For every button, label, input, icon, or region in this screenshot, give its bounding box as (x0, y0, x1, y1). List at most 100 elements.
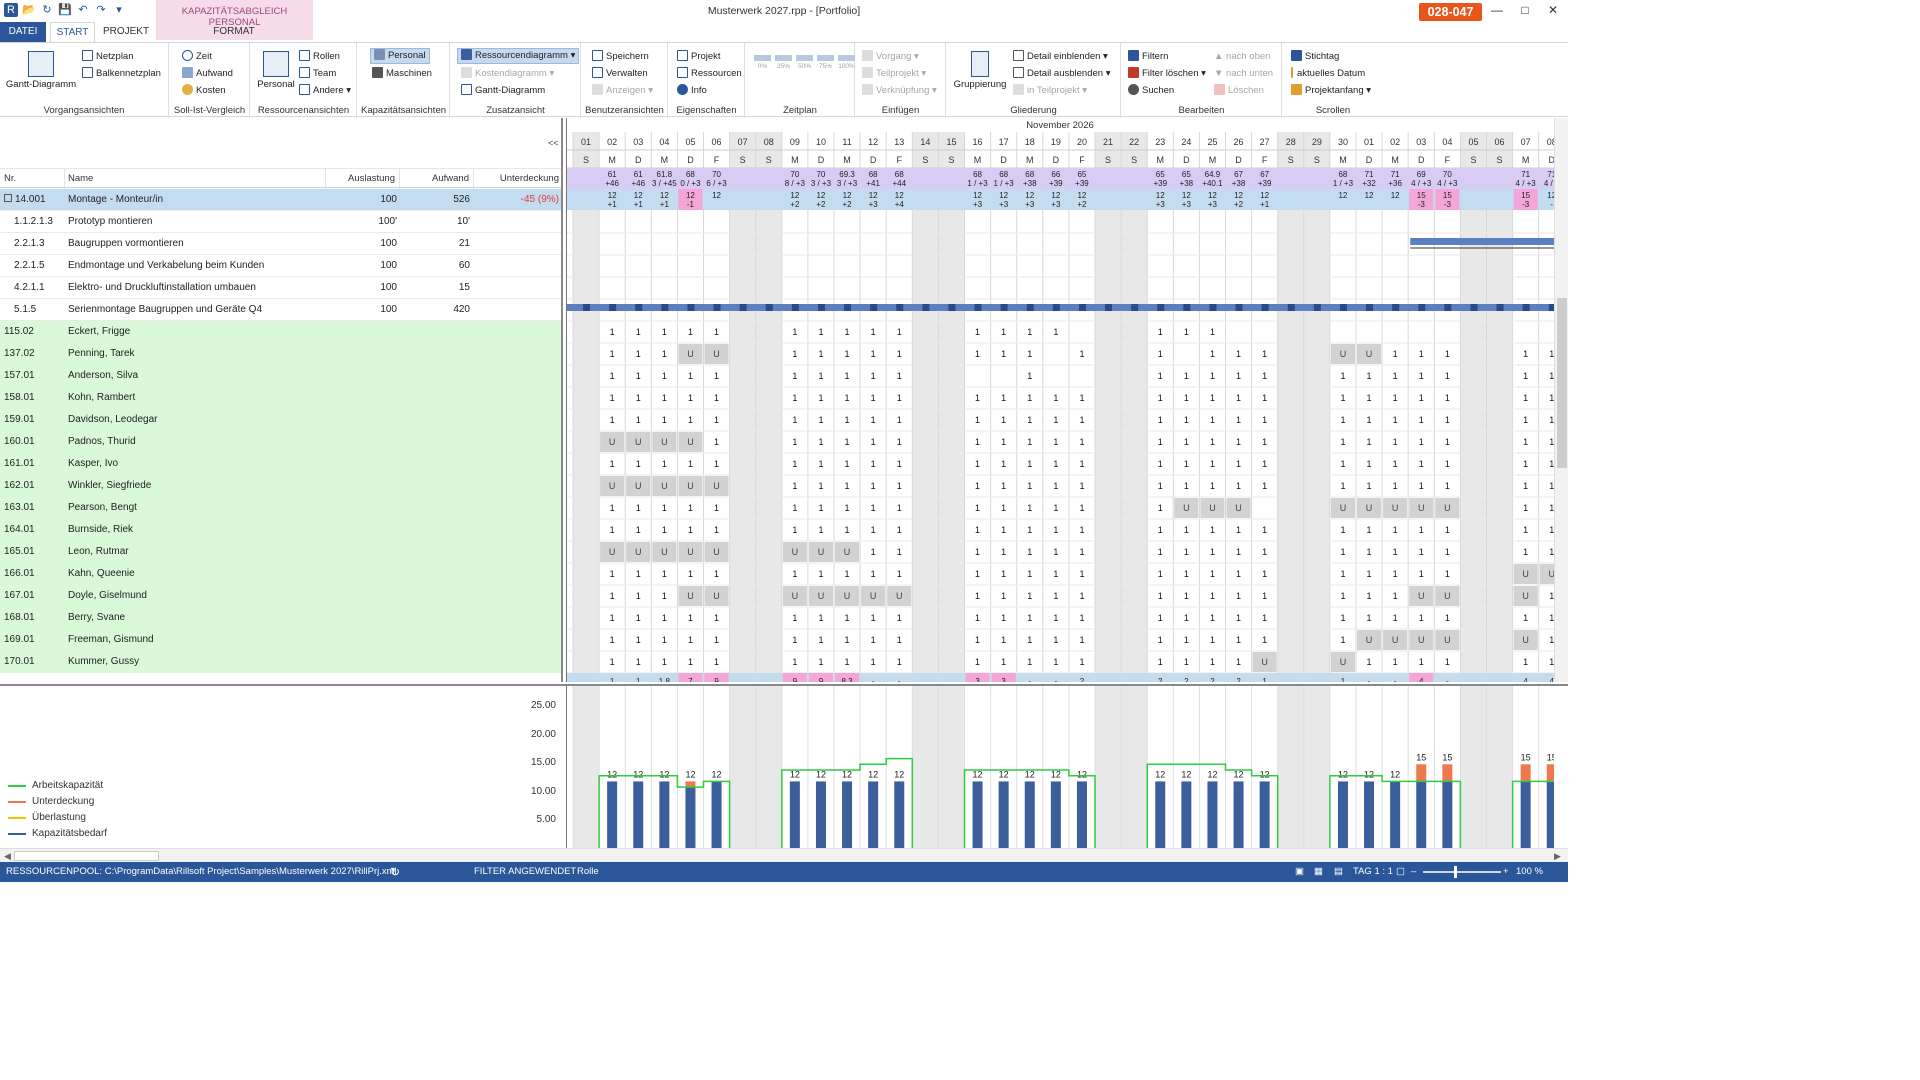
resource-row[interactable]: 163.01 Pearson, Bengt (0, 497, 561, 519)
zoom-slider-thumb[interactable] (1454, 866, 1457, 878)
resource-row[interactable]: 169.01 Freeman, Gismund (0, 629, 561, 651)
tab-format[interactable]: FORMAT (200, 22, 268, 42)
column-header-aufwand[interactable]: Aufwand (400, 169, 474, 189)
resource-row[interactable]: 158.01 Kohn, Rambert (0, 387, 561, 409)
resource-row[interactable]: 170.01 Kummer, Gussy (0, 651, 561, 673)
detail-ausblenden-button[interactable]: Detail ausblenden ▾ (1013, 66, 1110, 82)
info-button[interactable]: Info (677, 83, 707, 99)
vertical-scrollbar[interactable] (1554, 118, 1568, 682)
ressourcen-properties-button[interactable]: Ressourcen (677, 66, 742, 82)
scroll-left-icon[interactable]: ◀ (4, 851, 11, 862)
allocation-value: 1 (1027, 459, 1032, 469)
nach-unten-button[interactable]: ▼ nach unten (1214, 66, 1273, 82)
vorgang-insert-button[interactable]: Vorgang ▾ (862, 49, 919, 65)
balkennetzplan-button[interactable]: Balkennetzplan (82, 66, 161, 82)
netzplan-button[interactable]: Netzplan (82, 49, 134, 65)
rollen-button[interactable]: Rollen (299, 49, 340, 65)
task-row[interactable]: 2.2.1.3 Baugruppen vormontieren 100 21 (0, 233, 561, 255)
verwalten-button[interactable]: Verwalten (592, 66, 648, 82)
in-teilprojekt-button[interactable]: in Teilprojekt ▾ (1013, 83, 1087, 99)
view-normal-icon[interactable]: ▣ (1295, 862, 1304, 882)
resource-row[interactable]: 165.01 Leon, Rutmar (0, 541, 561, 563)
projekt-label: Projekt (691, 51, 721, 62)
kostendiagramm-button[interactable]: Kostendiagramm ▾ (461, 66, 554, 82)
summary-row[interactable]: −14.001 Montage - Monteur/in 100 526 -45 (9%… (0, 189, 561, 211)
projektanfang-button[interactable]: Projektanfang ▾ (1291, 83, 1371, 99)
zoom-out-icon[interactable]: – (1411, 862, 1416, 882)
detail-einblenden-button[interactable]: Detail einblenden ▾ (1013, 49, 1108, 65)
scroll-right-icon[interactable]: ▶ (1554, 851, 1561, 862)
collapse-grid-button[interactable]: << (548, 138, 559, 148)
allocation-value: 1 (1001, 459, 1006, 469)
progress-step-button[interactable]: 25% (775, 55, 792, 70)
resource-row[interactable]: 162.01 Winkler, Siegfriede (0, 475, 561, 497)
horizontal-scroll-thumb[interactable] (14, 851, 159, 861)
horizontal-scrollbar[interactable]: ◀ ▶ (0, 848, 1568, 862)
kosten-button[interactable]: Kosten (182, 83, 226, 99)
aufwand-button[interactable]: Aufwand (182, 66, 233, 82)
vertical-scroll-thumb[interactable] (1557, 298, 1567, 468)
nach-oben-button[interactable]: ▲ nach oben (1214, 49, 1270, 65)
zeit-button[interactable]: Zeit (182, 49, 212, 65)
anzeigen-button[interactable]: Anzeigen ▾ (592, 83, 653, 99)
resource-row[interactable]: 166.01 Kahn, Queenie (0, 563, 561, 585)
team-button[interactable]: Team (299, 66, 336, 82)
andere-button[interactable]: Andere ▾ (299, 83, 351, 99)
progress-step-button[interactable]: 0% (754, 55, 771, 70)
fit-icon[interactable]: ▢ (1396, 862, 1405, 882)
close-icon[interactable]: ✕ (1540, 2, 1566, 18)
column-header-nr[interactable]: Nr. (0, 169, 65, 189)
column-header-name[interactable]: Name (65, 169, 326, 189)
kapazitaet-personal-button[interactable]: Personal (370, 48, 430, 64)
maximize-icon[interactable]: □ (1512, 2, 1538, 18)
tab-start[interactable]: START (50, 22, 95, 42)
column-header-unterdeckung[interactable]: Unterdeckung (474, 169, 561, 189)
resource-row[interactable]: 115.02 Eckert, Frigge (0, 321, 561, 343)
zoom-in-icon[interactable]: + (1503, 862, 1509, 882)
view-chart-icon[interactable]: ▤ (1334, 862, 1343, 882)
view-grid-icon[interactable]: ▦ (1314, 862, 1323, 882)
stichtag-button[interactable]: Stichtag (1291, 49, 1339, 65)
minimize-icon[interactable]: — (1484, 2, 1510, 18)
filter-loeschen-button[interactable]: Filter löschen ▾ (1128, 66, 1206, 82)
task-row[interactable]: 4.2.1.1 Elektro- und Druckluftinstallatio… (0, 277, 561, 299)
tab-projekt[interactable]: PROJEKT (99, 22, 153, 42)
aktuelles-datum-button[interactable]: aktuelles Datum (1291, 66, 1365, 82)
resource-row[interactable]: 161.01 Kasper, Ivo (0, 453, 561, 475)
resource-row[interactable]: 159.01 Davidson, Leodegar (0, 409, 561, 431)
filtern-button[interactable]: Filtern (1128, 49, 1168, 65)
progress-step-button[interactable]: 100% (838, 55, 855, 70)
ressourcendiagramm-button[interactable]: Ressourcendiagramm ▾ (457, 48, 580, 64)
task-row[interactable]: 5.1.5 Serienmontage Baugruppen und Geräte… (0, 299, 561, 321)
gantt-marker (1496, 304, 1504, 311)
resource-row[interactable]: 168.01 Berry, Svane (0, 607, 561, 629)
allocation-value: 1 (636, 657, 641, 667)
resource-row[interactable]: 164.01 Burnside, Riek (0, 519, 561, 541)
resource-row[interactable]: 167.01 Doyle, Giselmund (0, 585, 561, 607)
task-row[interactable]: 1.1.2.1.3 Prototyp montieren 100' 10' (0, 211, 561, 233)
progress-step-button[interactable]: 50% (796, 55, 813, 70)
progress-step-button[interactable]: 75% (817, 55, 834, 70)
allocation-value: 1 (688, 415, 693, 425)
verknuepfung-button[interactable]: Verknüpfung ▾ (862, 83, 937, 99)
speichern-button[interactable]: Speichern (592, 49, 649, 65)
gantt-diagramm-button[interactable]: Gantt-Diagramm (4, 51, 78, 90)
capacity-delta: 4 / +3 (1516, 179, 1537, 188)
zusatz-gantt-button[interactable]: Gantt-Diagramm (461, 83, 545, 99)
tab-datei[interactable]: DATEI (0, 22, 46, 42)
task-row[interactable]: 2.2.1.5 Endmontage und Verkabelung beim K… (0, 255, 561, 277)
resource-row[interactable]: 157.01 Anderson, Silva (0, 365, 561, 387)
resource-row[interactable]: 137.02 Penning, Tarek (0, 343, 561, 365)
loeschen-button[interactable]: Löschen (1214, 83, 1264, 99)
teilprojekt-insert-button[interactable]: Teilprojekt ▾ (862, 66, 926, 82)
zoom-slider[interactable] (1423, 871, 1501, 873)
allocation-value: 1 (1523, 415, 1528, 425)
resource-row[interactable]: 160.01 Padnos, Thurid (0, 431, 561, 453)
expander-icon[interactable]: − (4, 194, 12, 202)
projekt-properties-button[interactable]: Projekt (677, 49, 721, 65)
maschinen-button[interactable]: Maschinen (372, 66, 432, 82)
gruppierung-button[interactable]: Gruppierung (943, 51, 1017, 90)
suchen-button[interactable]: Suchen (1128, 83, 1174, 99)
column-header-auslastung[interactable]: Auslastung (326, 169, 400, 189)
sync-icon[interactable]: ↻ (390, 862, 400, 882)
